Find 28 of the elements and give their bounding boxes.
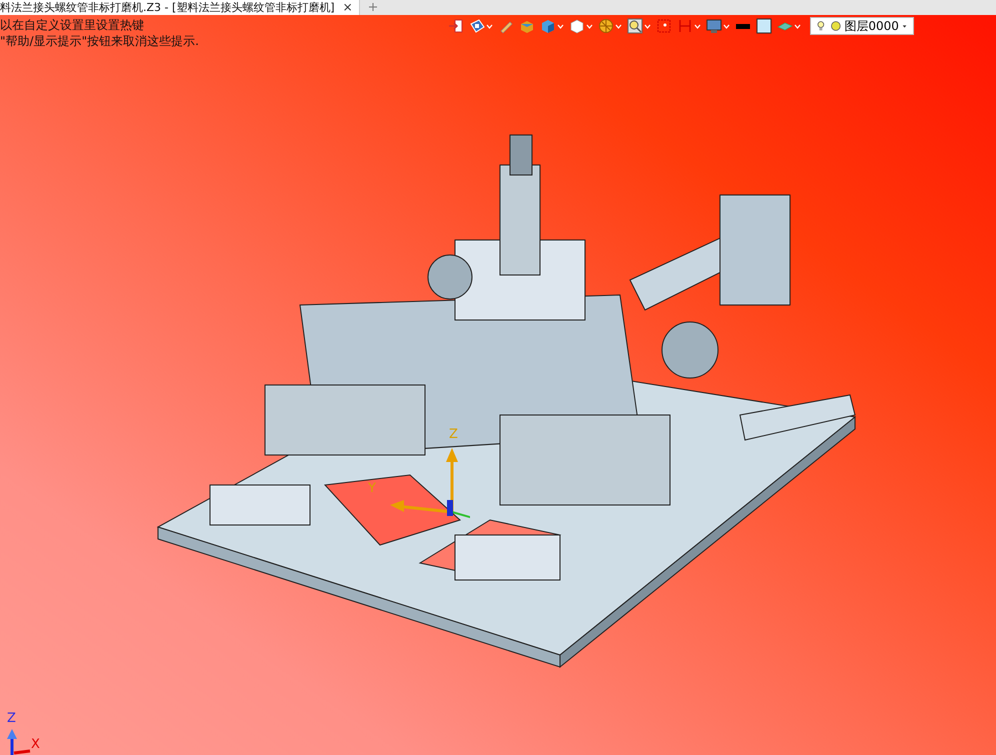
magnifier-icon[interactable] xyxy=(627,18,643,34)
document-tab[interactable]: 料法兰接头螺纹管非标打磨机.Z3 - [塑料法兰接头螺纹管非标打磨机] × xyxy=(0,0,360,15)
x-axis-label: X xyxy=(31,738,40,752)
dropdown-caret-icon[interactable] xyxy=(486,24,493,28)
hint-text: "帮助/显示提示"按钮来取消这些提示. xyxy=(0,34,199,48)
hint-text: 以在自定义设置里设置热键 xyxy=(0,18,145,32)
cube-icon[interactable] xyxy=(540,18,556,34)
dropdown-caret-icon[interactable] xyxy=(615,24,622,28)
monitor-icon[interactable] xyxy=(706,18,722,34)
outline-cube-icon[interactable] xyxy=(569,18,585,34)
dropdown-caret-icon[interactable] xyxy=(794,24,801,28)
fill-color-swatch-icon[interactable] xyxy=(756,18,772,34)
close-button[interactable]: × xyxy=(342,0,353,15)
dropdown-caret-icon xyxy=(902,24,907,28)
dropdown-caret-icon[interactable] xyxy=(694,24,701,28)
exit-icon[interactable] xyxy=(448,18,464,34)
dropdown-caret-icon[interactable] xyxy=(644,24,651,28)
y-axis-label: Y xyxy=(368,482,376,496)
dropdown-caret-icon[interactable] xyxy=(557,24,564,28)
frame-icon[interactable] xyxy=(656,18,672,34)
z-axis-label: Z xyxy=(449,428,458,442)
new-tab-icon[interactable] xyxy=(368,2,378,12)
wheel-icon[interactable] xyxy=(598,18,614,34)
dropdown-caret-icon[interactable] xyxy=(723,24,730,28)
screen-icon[interactable] xyxy=(469,18,485,34)
dropdown-caret-icon[interactable] xyxy=(586,24,593,28)
layer-dropdown[interactable]: 图层0000 xyxy=(810,17,914,35)
z-axis-label: Z xyxy=(7,712,16,726)
